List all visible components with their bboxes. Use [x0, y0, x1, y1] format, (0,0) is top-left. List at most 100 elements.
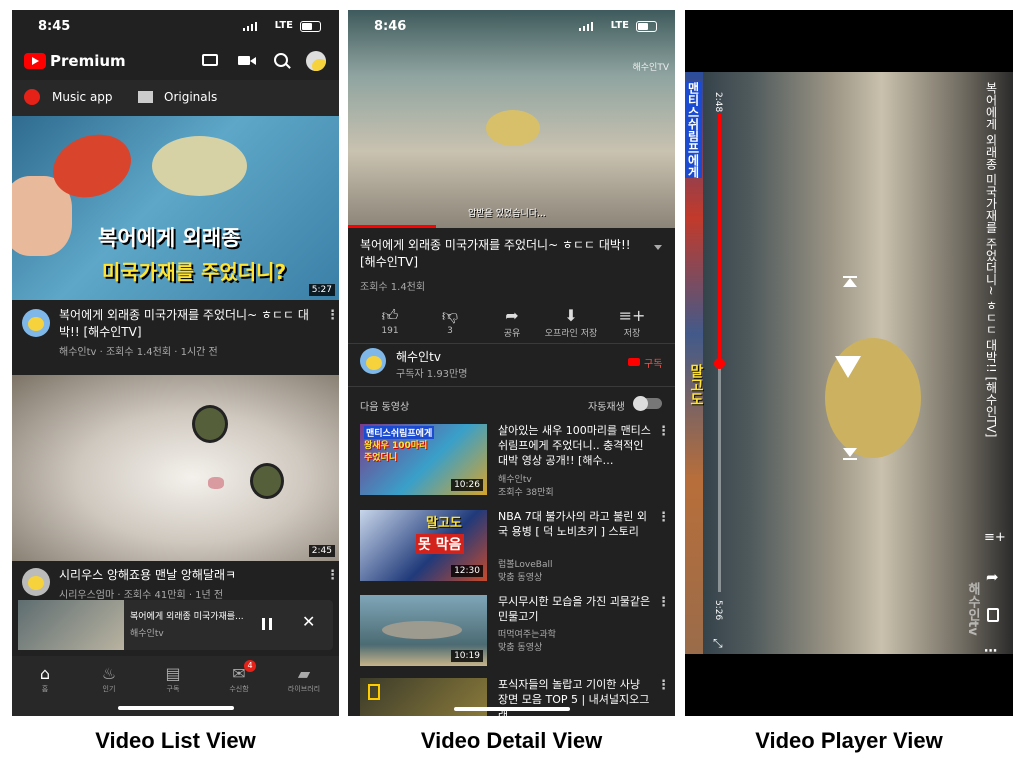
thumbs-down-icon: 👎︎: [441, 306, 459, 325]
next-video-thumbnail[interactable]: 맨티스쉬림프에게 왕새우 100마리 주었더니 10:26: [360, 424, 487, 495]
channel-name[interactable]: 해수인tv: [396, 348, 441, 365]
video-title: 복어에게 외래종 미국가재를 주었더니~ ㅎㄷㄷ 대박!! [해수인TV]: [984, 82, 998, 438]
autoplay-toggle[interactable]: [633, 396, 662, 411]
brand-label: Premium: [50, 52, 126, 70]
save-label: 저장: [623, 329, 641, 339]
more-options-icon[interactable]: ⋯: [984, 644, 997, 659]
next-video-title[interactable]: 살아있는 새우 100마리를 맨티스쉬림프에게 주었더니.. 충격적인 대박 영…: [498, 423, 652, 468]
video-meta: 해수인tv · 조회수 1.4천회 · 1시간 전: [59, 347, 218, 358]
channel-avatar[interactable]: [22, 568, 50, 596]
subscribe-label: 구독: [644, 359, 663, 370]
previous-icon[interactable]: [843, 278, 857, 287]
channel-avatar[interactable]: [360, 348, 386, 374]
save-button[interactable]: ≡+ 저장: [602, 306, 662, 339]
pufferfish-image: [152, 136, 247, 196]
side-thumbnail-text: 말고도: [688, 364, 704, 406]
divider: [348, 386, 675, 387]
play-icon: [32, 57, 39, 65]
nav-label: 홈: [41, 685, 49, 693]
music-icon: [24, 89, 40, 105]
nav-inbox[interactable]: ✉ 수신함 4: [209, 660, 269, 694]
like-count: 191: [381, 326, 399, 336]
dislike-count: 3: [447, 326, 453, 336]
more-options-icon[interactable]: ⋮: [657, 678, 670, 693]
expand-description-icon[interactable]: [654, 245, 662, 250]
thumb-text: 못 막음: [416, 534, 464, 554]
view-count: 조회수 1.4천회: [360, 282, 426, 293]
download-button[interactable]: ⬇ 오프라인 저장: [536, 306, 606, 339]
next-video-thumbnail[interactable]: 10:19: [360, 595, 487, 666]
add-to-playlist-icon[interactable]: ≡+: [984, 530, 1006, 545]
more-options-icon[interactable]: ⋮: [657, 424, 670, 439]
more-options-icon[interactable]: ⋮: [326, 568, 339, 583]
nav-subscriptions[interactable]: ▤ 구독: [143, 664, 203, 694]
account-avatar[interactable]: [306, 51, 326, 71]
more-options-icon[interactable]: ⋮: [657, 510, 670, 525]
dislike-button[interactable]: 👎︎ 3: [420, 306, 480, 336]
cast-icon[interactable]: [202, 54, 218, 66]
fullscreen-exit-icon[interactable]: ⤡: [713, 636, 723, 651]
play-icon[interactable]: [835, 356, 861, 378]
chip-label: Originals: [164, 90, 218, 104]
nav-label: 구독: [166, 685, 180, 693]
trending-icon: ♨: [101, 664, 117, 683]
library-icon: ▰: [297, 664, 311, 683]
next-video-title[interactable]: NBA 7대 불가사의 라고 불린 외국 용병 [ 덕 노비츠키 ] 스토리: [498, 509, 652, 539]
next-video-channel: 럽볼LoveBall: [498, 560, 553, 570]
chip-label: Music app: [52, 90, 113, 104]
divider: [348, 343, 675, 344]
camera-icon[interactable]: [238, 56, 250, 65]
mini-player-channel: 해수인tv: [130, 629, 164, 639]
video-player-screen: 맨티스쉬림프에게 말고도 2:48 5:26 ⤡ 복어에게 외래종 미국가재를 …: [685, 10, 1013, 716]
cat-eye-left: [192, 405, 228, 443]
youtube-subscribe-icon: [628, 358, 640, 366]
chips-bar: Music app Originals: [12, 80, 339, 116]
nav-library[interactable]: ▰ 라이브러리: [274, 664, 334, 694]
video-duration: 2:45: [308, 545, 335, 557]
next-video-title[interactable]: 무시무시한 모습을 가진 괴물같은 민물고기: [498, 594, 652, 624]
channel-watermark: 해수인TV: [632, 63, 670, 73]
video-duration: 10:19: [451, 650, 483, 662]
nav-label: 라이브러리: [287, 685, 321, 693]
download-icon: ⬇: [564, 306, 578, 325]
subscriber-count: 구독자 1.93만명: [396, 369, 468, 380]
list-view-caption: Video List View: [95, 728, 256, 753]
pause-icon[interactable]: [262, 618, 272, 630]
youtube-logo[interactable]: [24, 53, 46, 69]
toggle-knob: [633, 396, 648, 411]
video-thumbnail[interactable]: 복어에게 외래종 미국가재를 주었더니? 5:27: [12, 116, 339, 300]
next-video-thumbnail[interactable]: 말고도 못 막음 12:30: [360, 510, 487, 581]
progress-bar[interactable]: [348, 225, 436, 228]
nav-trending[interactable]: ♨ 인기: [79, 664, 139, 694]
captions-icon[interactable]: [987, 608, 999, 622]
thumb-text-line1: 복어에게 외래종: [98, 226, 241, 250]
thumb-text: 말고도: [426, 516, 462, 531]
home-indicator: [454, 707, 570, 711]
video-player[interactable]: 8:46 LTE 해수인TV 압받을 있었습니다...: [348, 10, 675, 228]
mini-player[interactable]: 복어에게 외래종 미국가재를... 해수인tv ✕: [18, 600, 333, 650]
next-bar: [843, 458, 857, 460]
close-icon[interactable]: ✕: [302, 612, 315, 631]
channel-avatar[interactable]: [22, 309, 50, 337]
total-time: 5:26: [713, 600, 723, 621]
next-video-meta: 맞춤 동영상: [498, 573, 543, 583]
video-title[interactable]: 시리우스 앙해죠용 맨날 앙해달래ㅋ: [59, 567, 321, 584]
more-options-icon[interactable]: ⋮: [326, 308, 339, 323]
next-icon[interactable]: [843, 448, 857, 457]
more-options-icon[interactable]: ⋮: [657, 595, 670, 610]
seek-bar[interactable]: [714, 114, 725, 592]
nav-home[interactable]: ⌂ 홈: [15, 664, 75, 694]
seek-handle[interactable]: [714, 357, 725, 369]
video-list-screen: 8:45 LTE Premium Music app Originals 복어에…: [12, 10, 339, 716]
autoplay-label: 자동재생: [588, 402, 625, 413]
notification-badge: 4: [244, 660, 256, 672]
like-button[interactable]: 👍︎ 191: [360, 306, 420, 336]
video-title[interactable]: 복어에게 외래종 미국가재를 주었더니~ ㅎㄷㄷ 대박!! [해수인TV]: [59, 307, 321, 341]
video-duration: 10:26: [451, 479, 483, 491]
subscriptions-icon: ▤: [165, 664, 181, 683]
share-icon[interactable]: ➦: [986, 568, 999, 586]
side-thumbnail-text: 맨티스쉬림프에게: [685, 82, 702, 178]
previous-bar: [843, 276, 857, 278]
video-thumbnail[interactable]: 2:45: [12, 375, 339, 561]
share-button[interactable]: ➦ 공유: [482, 306, 542, 339]
